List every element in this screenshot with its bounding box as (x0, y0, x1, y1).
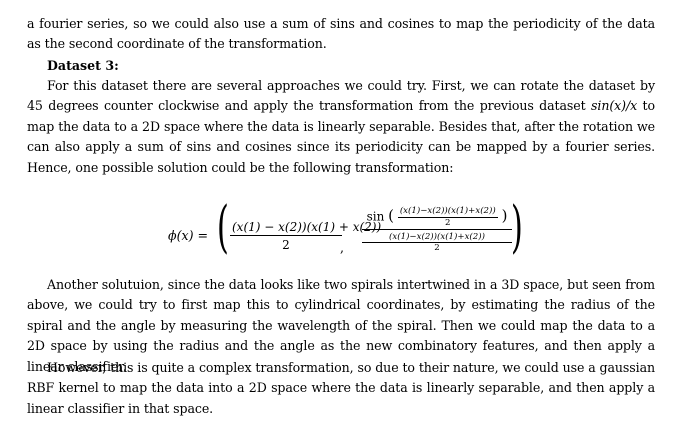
equation-transformation: ϕ(x) = ( (x(1) − x(2))(x(1) + x(2)) 2 , … (0, 196, 688, 276)
inner-fraction-numerator: (x(1)−x(2))(x(1)+x(2)) (397, 206, 498, 218)
fraction-2: sin ( (x(1)−x(2))(x(1)+x(2)) 2 ) (x(1)−x… (362, 206, 512, 253)
fraction-1-numerator: (x(1) − x(2))(x(1) + x(2)) (230, 220, 382, 236)
fraction-2-denominator: (x(1)−x(2))(x(1)+x(2)) 2 (362, 230, 512, 253)
inner-fraction: (x(1)−x(2))(x(1)+x(2)) 2 (397, 206, 498, 228)
fraction-1: (x(1) − x(2))(x(1) + x(2)) 2 (230, 220, 382, 252)
equation-lhs: ϕ(x) = (168, 228, 209, 243)
fraction-2-denominator-bottom: 2 (434, 243, 440, 253)
sin-left-paren: ( (388, 206, 394, 225)
document-page: a fourier series, so we could also use a… (0, 0, 688, 445)
left-big-paren: ( (216, 195, 229, 260)
fraction-2-numerator: sin ( (x(1)−x(2))(x(1)+x(2)) 2 ) (362, 206, 512, 230)
fraction-2-denominator-top: (x(1)−x(2))(x(1)+x(2)) (362, 232, 512, 243)
inline-math-sinx-over-x: sin(x)/x (591, 98, 638, 114)
fraction-1-denominator: 2 (282, 238, 290, 252)
paragraph-rbf-kernel: However, this is quite a complex transfo… (27, 360, 655, 416)
inner-fraction-denominator: 2 (445, 218, 451, 228)
paragraph-fourier-intro: a fourier series, so we could also use a… (27, 16, 655, 52)
paragraph-dataset3: For this dataset there are several appro… (27, 76, 655, 178)
paragraph-dataset3-text-a: For this dataset there are several appro… (27, 78, 655, 114)
right-big-paren: ) (510, 195, 523, 260)
sin-function: sin (366, 209, 385, 224)
equation-comma: , (340, 240, 345, 255)
section-heading: Dataset 3: (47, 58, 119, 73)
sin-right-paren: ) (501, 206, 508, 225)
